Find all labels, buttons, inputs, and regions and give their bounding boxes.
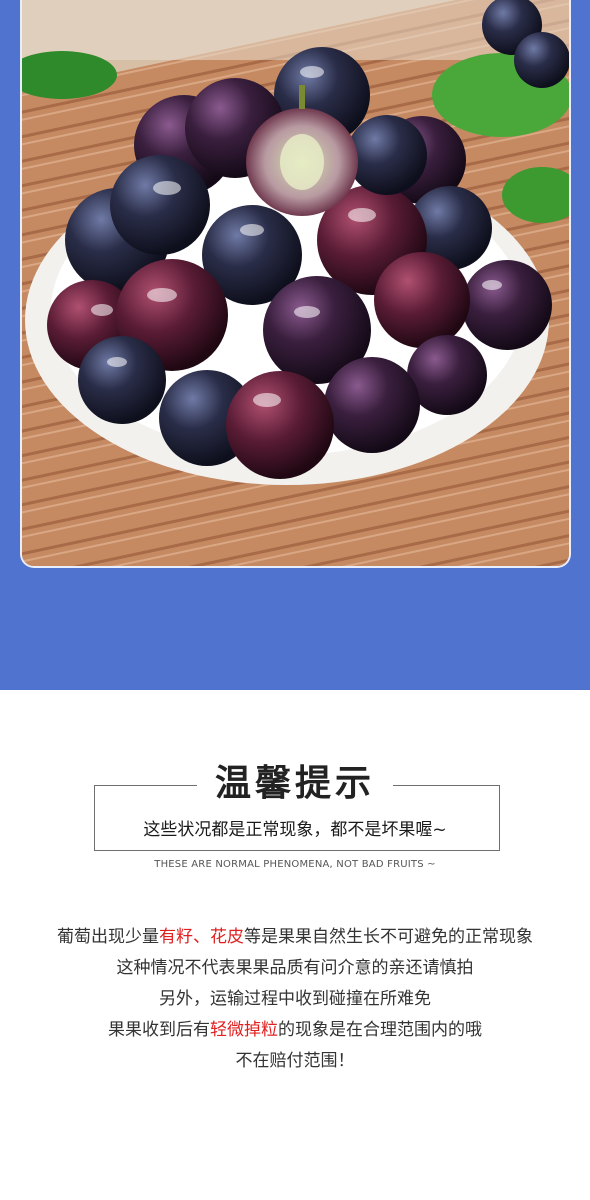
notice-title-text: 温馨提示 <box>196 763 393 804</box>
paragraph-line-3: 另外，运输过程中收到碰撞在所难免 <box>159 989 431 1009</box>
notice-paragraph: 葡萄出现少量有籽、花皮等是果果自然生长不可避免的正常现象 这种情况不代表果果品质… <box>0 922 590 1077</box>
line1-text-b: 等是果果自然生长不可避免的正常现象 <box>244 927 533 947</box>
grape-product-photo <box>22 0 569 566</box>
line1-highlight: 有籽、花皮 <box>159 927 244 947</box>
line4-highlight: 轻微掉粒 <box>210 1020 278 1040</box>
paragraph-line-5: 不在赔付范围！ <box>235 1051 355 1071</box>
paragraph-line-1: 葡萄出现少量有籽、花皮等是果果自然生长不可避免的正常现象 <box>0 922 590 953</box>
paragraph-line-4: 果果收到后有轻微掉粒的现象是在合理范围内的哦 <box>0 1015 590 1046</box>
paragraph-line-2: 这种情况不代表果果品质有问介意的亲还请慎拍 <box>116 958 474 978</box>
notice-subtitle: 这些状况都是正常现象，都不是坏果喔~ <box>143 820 447 840</box>
line1-text-a: 葡萄出现少量 <box>57 927 159 947</box>
notice-english-caption: THESE ARE NORMAL PHENOMENA, NOT BAD FRUI… <box>154 859 436 870</box>
grape-bowl-illustration <box>22 0 569 566</box>
line4-text-a: 果果收到后有 <box>108 1020 210 1040</box>
line4-text-b: 的现象是在合理范围内的哦 <box>278 1020 482 1040</box>
notice-title: 温馨提示 <box>0 754 590 806</box>
